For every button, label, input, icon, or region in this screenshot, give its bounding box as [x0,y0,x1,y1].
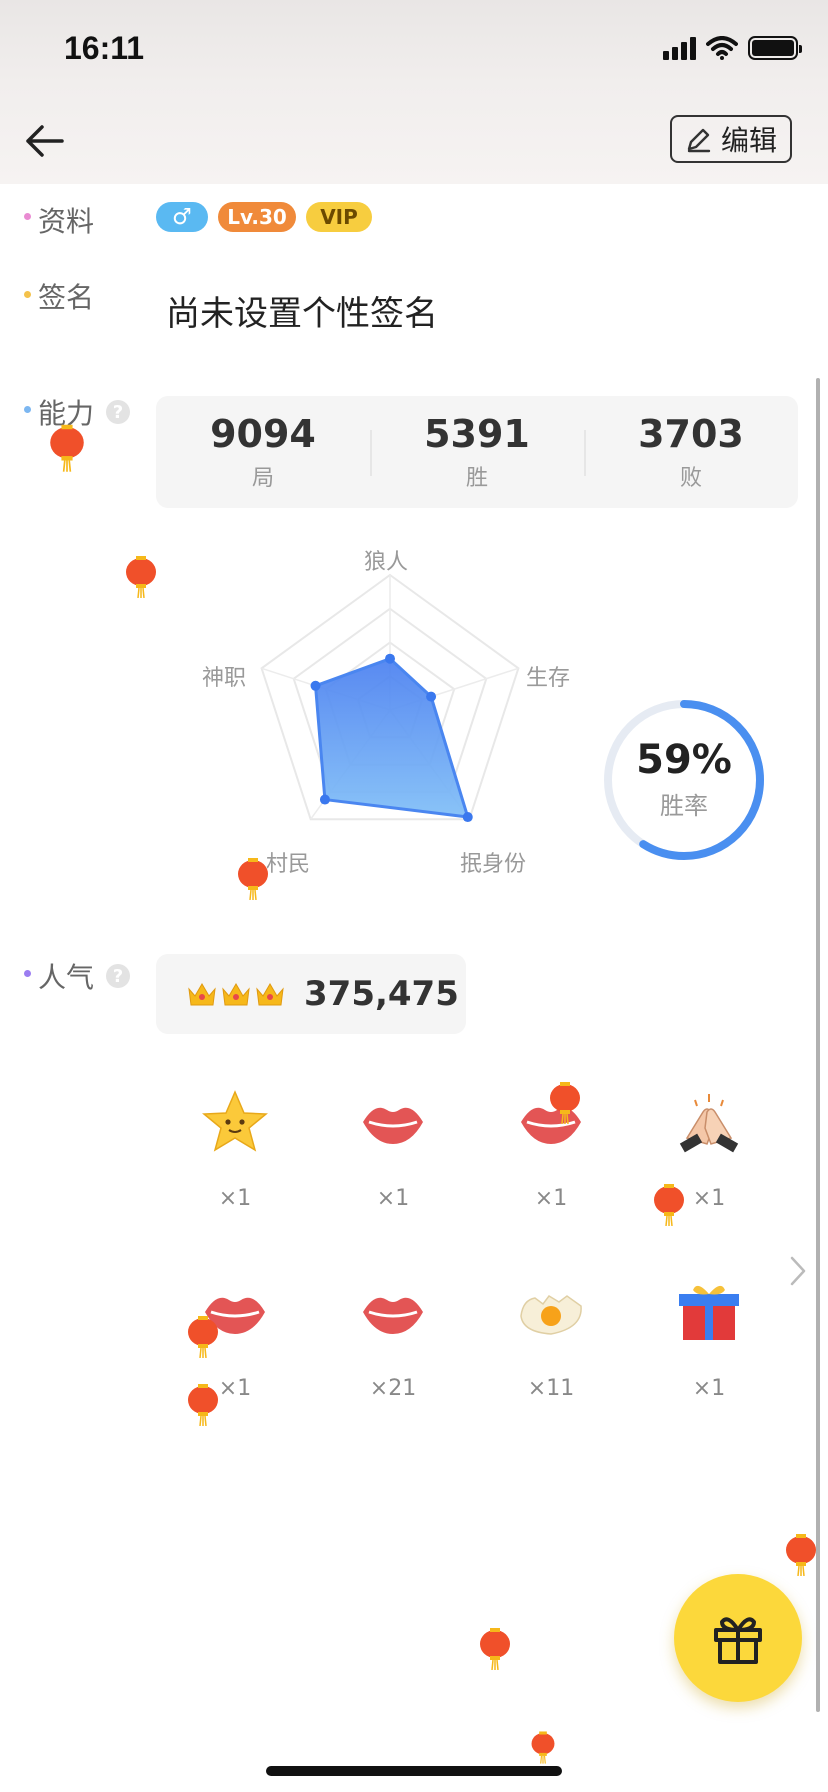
battery-icon [748,36,802,60]
ability-radar-chart [260,573,520,823]
home-indicator[interactable] [266,1766,562,1776]
radar-value-point [385,653,395,664]
chevron-right-icon[interactable] [786,1254,810,1288]
gift-item[interactable]: ×21 [314,1270,472,1460]
gift-item[interactable]: ×1 [630,1080,788,1270]
radar-label-god: 神职 [202,666,247,691]
pencil-icon [687,128,711,153]
stat-wins-label: 胜 [465,466,488,491]
radar-value-point [319,794,330,805]
lips-icon [363,1297,423,1334]
radar-label-survival: 生存 [526,666,571,691]
ability-stats-box: 9094 局 5391 胜 3703 败 [156,396,798,508]
popularity-value: 375,475 [304,974,459,1014]
gift-count: ×1 [692,1186,726,1211]
stat-losses-value: 3703 [638,412,744,456]
gift-count: ×1 [218,1376,252,1401]
signature-section-label: 签名 [38,281,95,314]
gift-box-icon [679,1285,739,1340]
lips-icon [363,1107,423,1144]
gift-item[interactable]: ×1 [630,1270,788,1460]
stat-losses: 3703 败 [584,396,798,508]
popularity-box: 375,475 [156,954,466,1034]
winrate-label: 胜率 [660,792,708,820]
radar-label-villager: 村民 [266,852,311,877]
status-icons [663,36,802,60]
lantern-icon [654,1184,684,1226]
stat-games: 9094 局 [156,396,370,508]
lantern-icon [238,858,268,900]
crowns [186,979,286,1009]
popularity-help-icon[interactable]: ? [106,964,131,988]
crown-icon [188,983,216,1006]
wifi-icon [706,36,738,60]
stat-losses-label: 败 [679,466,702,491]
scrollbar[interactable] [816,378,820,1712]
gift-item[interactable]: ×1 [156,1080,314,1270]
egg-icon [520,1295,582,1335]
lantern-icon [531,1731,555,1764]
gift-item[interactable]: ×1 [314,1080,472,1270]
popularity-section-label: 人气 ? [38,956,131,996]
gift-count: ×1 [534,1186,568,1211]
lantern-icon [786,1534,816,1576]
lantern-icon [50,424,84,472]
gift-count: ×11 [527,1376,575,1401]
radar-value-point [462,812,473,823]
lantern-icon [188,1384,218,1426]
radar-label-identify: 抿身份 [460,852,527,877]
info-dot [24,213,31,220]
info-section-label: 资料 [38,205,95,238]
ability-help-icon[interactable]: ? [106,400,131,424]
gift-item[interactable]: ×1 [156,1270,314,1460]
stat-wins: 5391 胜 [370,396,584,508]
stat-wins-value: 5391 [424,412,530,456]
crown-icon [222,983,250,1006]
popularity-dot [24,970,31,977]
winrate-value: 59% [636,737,732,783]
gift-count: ×1 [218,1186,252,1211]
edit-button[interactable]: 编辑 [670,115,792,163]
stat-games-label: 局 [251,466,274,491]
lantern-icon [550,1082,580,1124]
edit-button-label: 编辑 [720,124,777,157]
radar-label-werewolf: 狼人 [364,550,409,575]
radar-value-point [426,691,437,702]
star-face-icon [202,1090,268,1152]
vip-badge: VIP [306,202,372,232]
send-gift-button[interactable] [674,1574,802,1702]
gift-item[interactable]: ×11 [472,1270,630,1460]
level-badge: Lv.30 [218,202,296,232]
gift-grid: ×1 ×1 ×1 ×1 ×1 ×21 ×11 ×1 [156,1080,788,1410]
lantern-icon [480,1628,510,1670]
winrate-text: 59% 胜率 [600,736,768,821]
stat-games-value: 9094 [210,412,316,456]
clapping-hands-icon [679,1094,739,1153]
cellular-signal-icon [663,36,696,60]
crown-icon [256,983,284,1006]
back-arrow-icon[interactable] [22,118,68,164]
gender-badge: ♂ [156,202,208,232]
radar-value-point [310,680,321,691]
gift-icon [714,1617,762,1664]
gift-count: ×21 [369,1376,417,1401]
gift-count: ×1 [376,1186,410,1211]
lantern-icon [188,1316,218,1358]
ability-dot [24,406,31,413]
status-time: 16:11 [64,30,145,66]
gift-count: ×1 [692,1376,726,1401]
lantern-icon [126,556,156,598]
signature-dot [24,291,31,298]
signature-text[interactable]: 尚未设置个性签名 [166,286,438,335]
